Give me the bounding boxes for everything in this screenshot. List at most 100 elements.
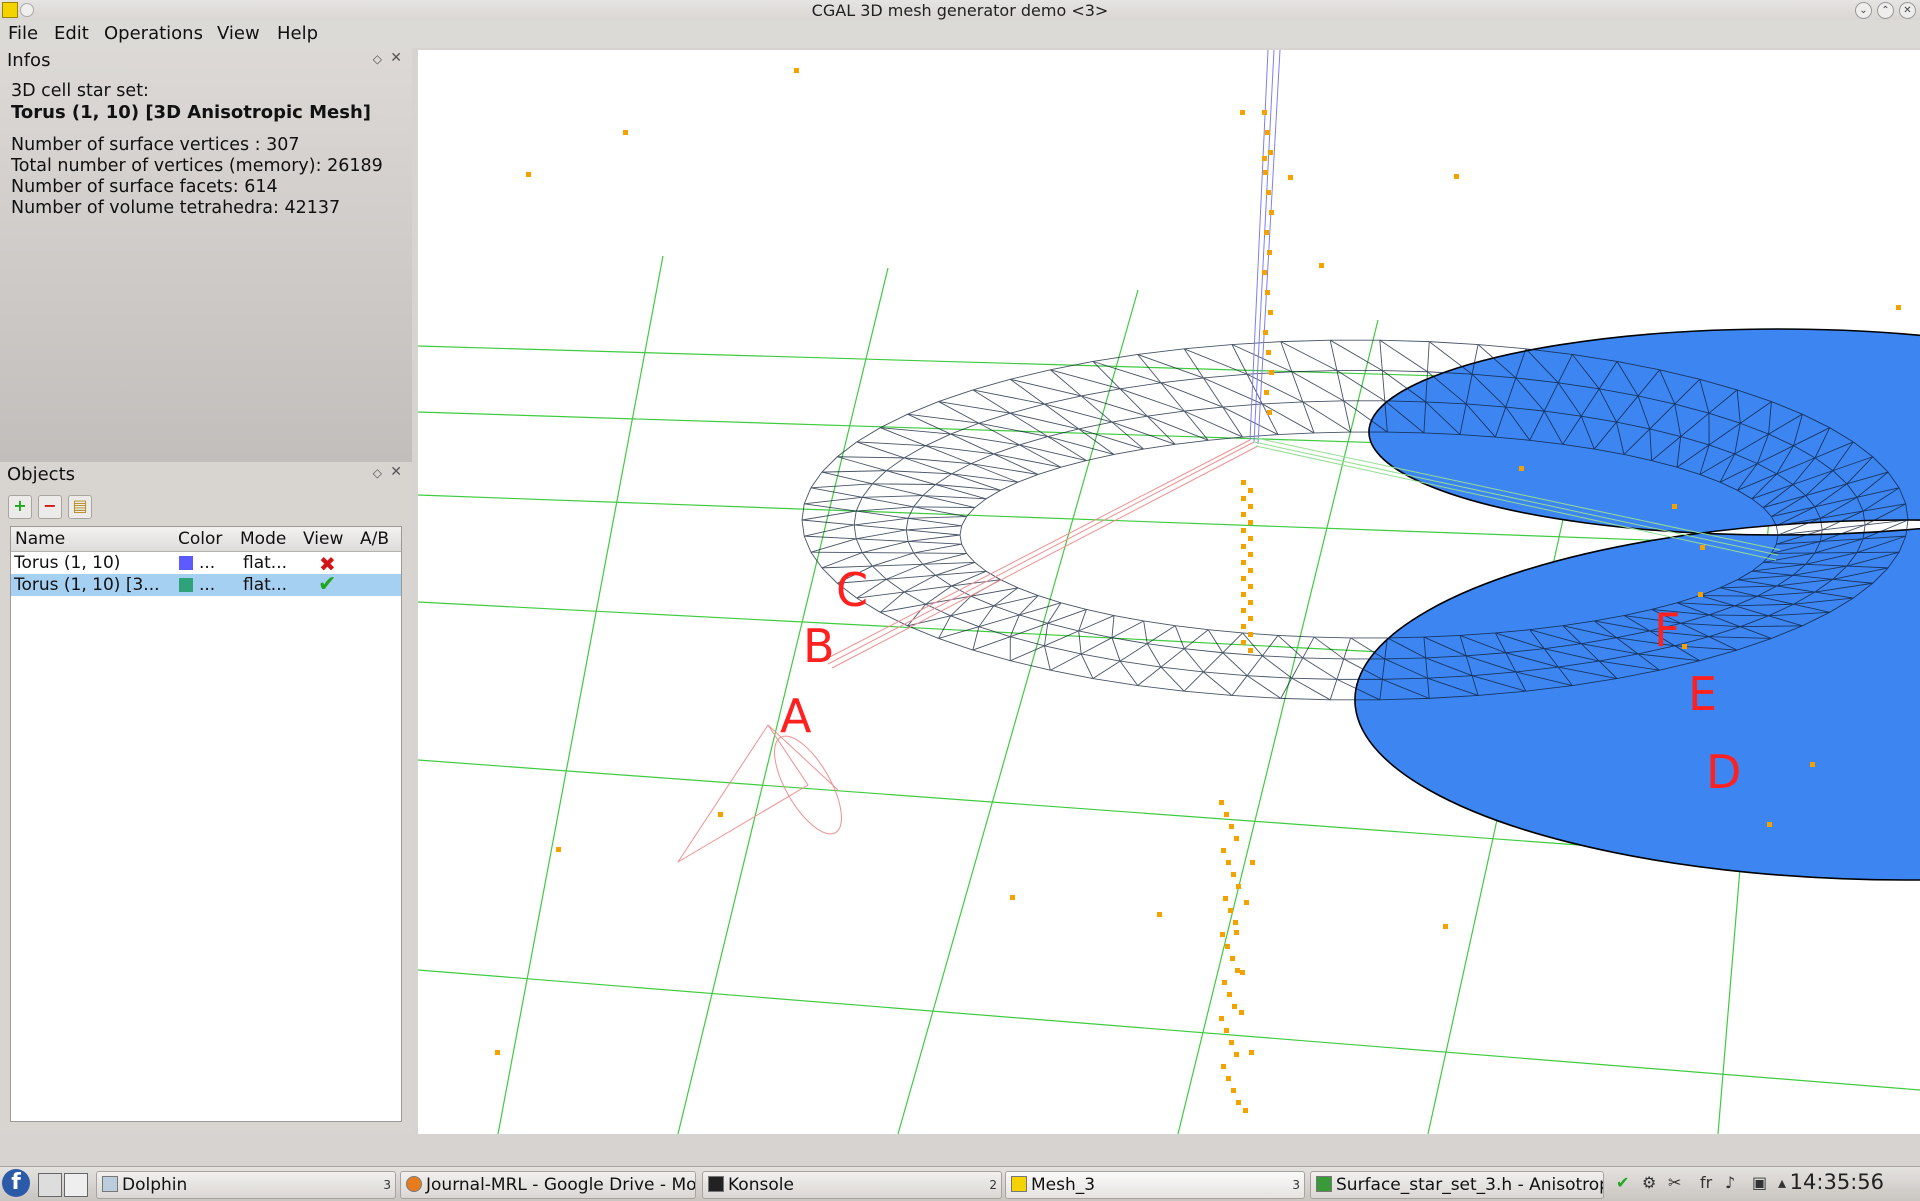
mesh-edge [1120, 383, 1161, 389]
mesh-edge [914, 496, 923, 507]
row-mode[interactable]: flat... [243, 553, 287, 573]
3d-viewer[interactable]: ABCDEF [418, 50, 1920, 1134]
mesh-edge [880, 428, 925, 446]
mesh-edge [1292, 678, 1330, 700]
mesh-edge [1019, 445, 1061, 467]
mesh-edge [1038, 467, 1061, 474]
sample-point [1266, 190, 1271, 195]
mesh-edge [986, 490, 1000, 498]
vertex-label-e: E [1688, 667, 1717, 721]
sample-point [718, 812, 723, 817]
mesh-edge [1223, 653, 1247, 676]
mesh-edge [1427, 342, 1429, 372]
mesh-edge [1380, 340, 1429, 341]
mesh-edge [1337, 371, 1385, 401]
mesh-edge [1079, 429, 1114, 455]
color-swatch[interactable] [179, 556, 193, 570]
open-file-button[interactable]: ▤ [68, 495, 92, 519]
sample-point [1231, 1088, 1236, 1093]
task-dolphin[interactable]: Dolphin3 [96, 1171, 396, 1199]
check-icon[interactable]: ✔ [318, 572, 336, 597]
float-icon[interactable]: ◇ [373, 52, 382, 66]
info-line: Number of volume tetrahedra: 42137 [11, 198, 340, 218]
task-editor[interactable]: Surface_star_set_3.h - Anisotropic [1310, 1171, 1604, 1199]
keyboard-layout[interactable]: fr [1700, 1173, 1712, 1192]
mesh-edge [872, 471, 886, 484]
col-name[interactable]: Name [15, 529, 65, 549]
desktop-pager-icon[interactable] [38, 1173, 62, 1197]
mesh-edge [906, 518, 908, 530]
objects-table[interactable]: Name Color Mode View A/B Torus (1, 10) .… [10, 526, 402, 1122]
volume-icon[interactable]: ♪ [1725, 1173, 1735, 1192]
mesh-edge [804, 525, 854, 536]
col-ab[interactable]: A/B [360, 529, 389, 549]
minimize-icon[interactable]: ⌄ [1855, 2, 1872, 19]
mesh-edge [1203, 672, 1247, 676]
col-view[interactable]: View [303, 529, 343, 549]
mesh-edge [862, 497, 913, 506]
mesh-edge [923, 564, 936, 575]
sample-point [1248, 648, 1253, 653]
mesh-edge [804, 488, 811, 504]
settings-icon[interactable]: ⚙ [1642, 1173, 1656, 1192]
mesh-edge [1184, 649, 1222, 653]
sample-point [1241, 480, 1246, 485]
sample-point [1220, 932, 1225, 937]
col-color[interactable]: Color [178, 529, 222, 549]
sample-point [1263, 170, 1268, 175]
mesh-edge [886, 579, 904, 592]
sample-point [1264, 230, 1269, 235]
sample-point [1240, 970, 1245, 975]
mesh-edge [908, 517, 966, 519]
menu-operations[interactable]: Operations [104, 23, 203, 44]
viewer-scene[interactable]: ABCDEF [418, 50, 1920, 1134]
maximize-icon[interactable]: ⌃ [1877, 2, 1894, 19]
remove-object-button[interactable]: − [38, 495, 62, 519]
float-icon[interactable]: ◇ [373, 466, 382, 480]
mesh-edge [1281, 340, 1330, 341]
clipboard-icon[interactable]: ✂ [1668, 1173, 1681, 1192]
col-mode[interactable]: Mode [240, 529, 286, 549]
mesh-edge [979, 615, 1019, 627]
tray-expand-icon[interactable]: ▴ [1778, 1173, 1786, 1192]
mesh-edge [994, 445, 1020, 454]
menu-view[interactable]: View [217, 23, 260, 44]
mesh-edge [1330, 340, 1337, 370]
task-mesh3[interactable]: Mesh_33 [1005, 1171, 1305, 1199]
color-swatch[interactable] [179, 578, 193, 592]
close-window-icon[interactable]: ✕ [1899, 2, 1916, 19]
sample-point [1241, 496, 1246, 501]
desktop-pager-icon[interactable] [64, 1173, 88, 1197]
menu-help[interactable]: Help [277, 23, 318, 44]
mesh-edge [973, 650, 1010, 661]
mesh-edge [1147, 644, 1161, 667]
mesh-edge [1330, 679, 1337, 699]
close-icon[interactable]: ✕ [390, 464, 402, 480]
mesh-edge [1184, 349, 1247, 374]
taskbar: f Dolphin3 Journal-MRL - Google Drive - … [0, 1166, 1920, 1201]
mesh-edge [854, 511, 856, 525]
mesh-edge [971, 596, 994, 606]
table-row-selected[interactable]: Torus (1, 10) [3... ... flat... ✔ [11, 574, 401, 596]
menu-edit[interactable]: Edit [54, 23, 89, 44]
lock-icon[interactable]: ▣ [1752, 1173, 1767, 1192]
sample-point [1227, 992, 1232, 997]
menu-file[interactable]: File [8, 23, 38, 44]
task-konsole[interactable]: Konsole2 [702, 1171, 1002, 1199]
mesh-edge [1203, 374, 1247, 378]
task-firefox[interactable]: Journal-MRL - Google Drive - Mozilla [400, 1171, 696, 1199]
close-icon[interactable]: ✕ [390, 50, 402, 66]
table-row[interactable]: Torus (1, 10) ... flat... ✖ [11, 552, 401, 574]
sample-point [1698, 592, 1703, 597]
updates-icon[interactable]: ✔ [1616, 1173, 1629, 1192]
row-mode[interactable]: flat... [243, 575, 287, 595]
add-object-button[interactable]: + [8, 495, 32, 519]
clock[interactable]: 14:35:56 [1790, 1170, 1884, 1194]
sample-point [1267, 250, 1272, 255]
fedora-menu-icon[interactable]: f [2, 1169, 30, 1197]
sample-point [1248, 632, 1253, 637]
sample-point [1248, 616, 1253, 621]
grid-line [898, 290, 1138, 1134]
mesh-edge [923, 485, 936, 496]
torus-mesh[interactable] [802, 329, 1920, 880]
